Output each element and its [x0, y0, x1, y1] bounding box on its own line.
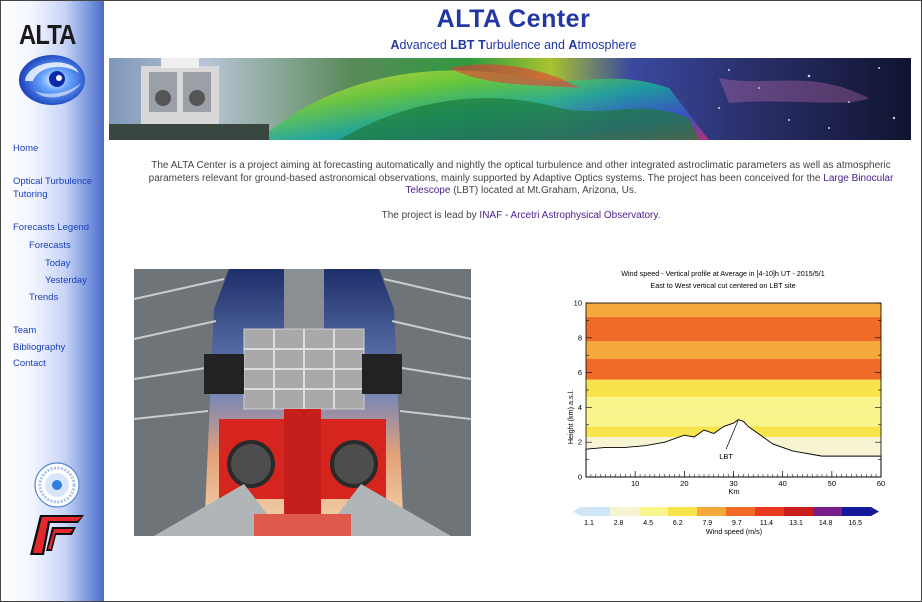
- nav-today[interactable]: Today: [45, 258, 70, 269]
- alta-logo-text[interactable]: ALTA: [19, 19, 76, 51]
- colorbar-tick-label: 7.9: [702, 520, 712, 527]
- subtitle-word: tmosphere: [577, 38, 637, 52]
- colorbar-tick-label: 14.8: [819, 520, 833, 527]
- lbt-logo-icon[interactable]: [26, 513, 86, 557]
- heatmap-band: [586, 316, 881, 342]
- lead-text: The project is lead by: [381, 210, 480, 221]
- y-tick-label: 10: [574, 299, 582, 308]
- colorbar-segment: [581, 507, 611, 516]
- subtitle-initial: LBT: [450, 38, 475, 52]
- colorbar-tick-label: 11.4: [760, 520, 773, 527]
- nav-contact[interactable]: Contact: [13, 358, 46, 369]
- nav-forecasts[interactable]: Forecasts: [29, 240, 71, 251]
- y-tick-label: 8: [578, 333, 582, 342]
- colorbar-segment: [813, 507, 843, 516]
- nav-forecasts-legend[interactable]: Forecasts Legend: [13, 222, 89, 233]
- colorbar-label: Wind speed (m/s): [706, 527, 762, 536]
- heatmap-band: [586, 379, 881, 397]
- colorbar-tick-label: 9.7: [732, 520, 742, 527]
- heatmap-band: [586, 396, 881, 410]
- nav-yesterday[interactable]: Yesterday: [45, 275, 87, 286]
- y-tick-label: 0: [578, 473, 582, 482]
- lbt-annotation: LBT: [719, 452, 733, 461]
- colorbar-arrow-high: [871, 507, 879, 516]
- subtitle-initial: A: [390, 38, 400, 52]
- page-title: ALTA Center: [436, 5, 591, 33]
- colorbar-tick-label: 16.5: [848, 520, 862, 527]
- colorbar-segment: [697, 507, 727, 516]
- colorbar-segment: [784, 507, 814, 516]
- page-subtitle: Advanced LBT Turbulence and Atmosphere: [104, 38, 921, 52]
- colorbar-segment: [755, 507, 785, 516]
- colorbar-tick-label: 2.8: [614, 520, 624, 527]
- header-banner-image: [109, 58, 911, 140]
- alta-swirl-logo-icon[interactable]: [15, 51, 87, 107]
- heatmap-band: [586, 341, 881, 359]
- y-tick-label: 6: [578, 368, 582, 377]
- colorbar-tick-label: 4.5: [643, 520, 653, 527]
- nav-trends[interactable]: Trends: [29, 292, 58, 303]
- x-tick-label: 10: [631, 479, 639, 488]
- lead-text: .: [657, 210, 661, 221]
- colorbar-segment: [639, 507, 669, 516]
- colorbar-segment: [668, 507, 698, 516]
- intro-text: (LBT) located at Mt.Graham, Arizona, Us.: [450, 185, 637, 196]
- colorbar-segment: [610, 507, 640, 516]
- nav-tutoring[interactable]: Tutoring: [13, 189, 48, 200]
- heatmap-band: [586, 303, 881, 317]
- x-tick-label: 60: [877, 479, 885, 488]
- x-tick-label: 50: [828, 479, 836, 488]
- heatmap-band: [586, 358, 881, 380]
- colorbar-segment: [726, 507, 756, 516]
- chart-subtitle: East to West vertical cut centered on LB…: [650, 281, 795, 290]
- colorbar-tick-label: 1.1: [584, 520, 594, 527]
- chart-title: Wind speed - Vertical profile at Average…: [621, 269, 825, 278]
- subtitle-word: urbulence and: [485, 38, 569, 52]
- nav-bibliography[interactable]: Bibliography: [13, 342, 65, 353]
- intro-paragraph: The ALTA Center is a project aiming at f…: [131, 160, 911, 198]
- y-tick-label: 4: [578, 403, 582, 412]
- sidebar: ALTA Home Optical Turbulence Tutoring Fo…: [1, 1, 104, 601]
- colorbar-tick-label: 6.2: [673, 520, 683, 527]
- nav-optical-turbulence[interactable]: Optical Turbulence: [13, 176, 92, 187]
- lead-paragraph: The project is lead by INAF - Arcetri As…: [131, 210, 911, 221]
- inaf-link[interactable]: INAF - Arcetri Astrophysical Observatory: [479, 210, 657, 221]
- y-tick-label: 2: [578, 438, 582, 447]
- colorbar-tick-label: 13.1: [789, 520, 803, 527]
- x-axis-label: Km: [728, 487, 739, 496]
- colorbar-segment: [842, 507, 872, 516]
- lbt-telescope-photo: [134, 269, 471, 536]
- x-tick-label: 40: [778, 479, 786, 488]
- nav-team[interactable]: Team: [13, 325, 36, 336]
- nav-home[interactable]: Home: [13, 143, 38, 154]
- subtitle-initial: T: [478, 38, 486, 52]
- subtitle-word: dvanced: [399, 38, 451, 52]
- inaf-seal-icon[interactable]: [34, 462, 80, 508]
- page-frame: ALTA Home Optical Turbulence Tutoring Fo…: [0, 0, 922, 602]
- wind-speed-chart: Wind speed - Vertical profile at Average…: [559, 267, 887, 539]
- x-tick-label: 20: [680, 479, 688, 488]
- y-axis-label: Height (km) a.s.l.: [566, 390, 575, 444]
- intro-text: The ALTA Center is a project aiming at f…: [148, 160, 891, 184]
- colorbar-arrow-low: [573, 507, 581, 516]
